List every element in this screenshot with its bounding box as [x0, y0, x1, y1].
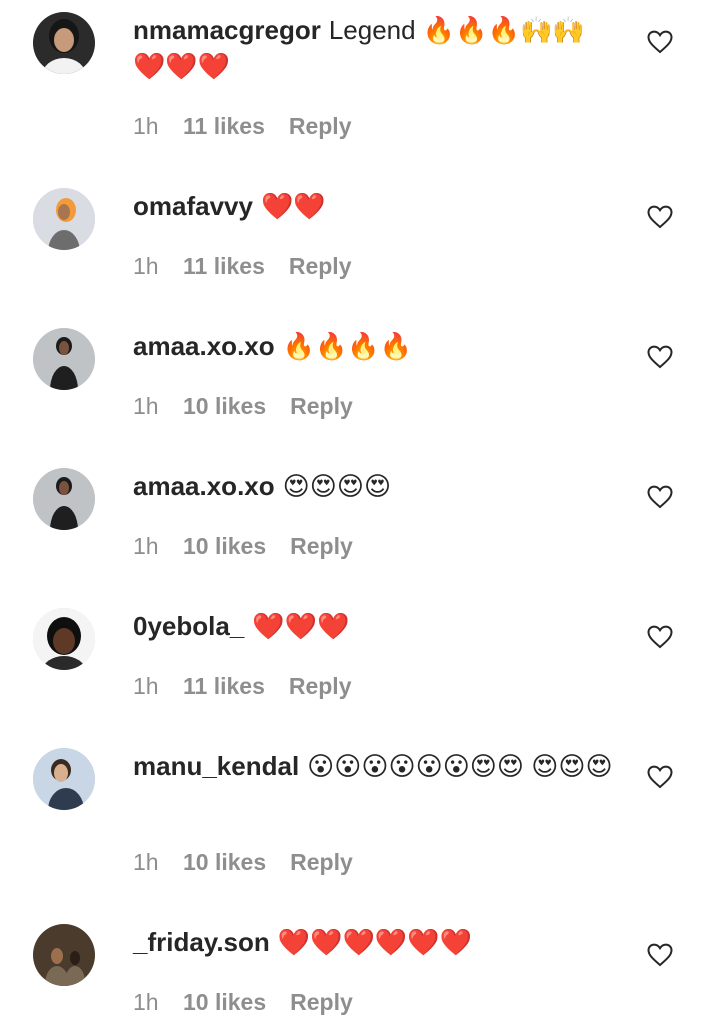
- comment-time: 1h: [133, 253, 159, 279]
- heart-icon[interactable]: [647, 345, 673, 369]
- comment-time: 1h: [133, 533, 159, 559]
- comment-text: ❤️❤️: [260, 191, 326, 221]
- comment-username[interactable]: 0yebola_: [133, 611, 244, 641]
- reply-button[interactable]: Reply: [290, 393, 353, 419]
- reply-button[interactable]: Reply: [289, 113, 352, 139]
- comment-time: 1h: [133, 673, 159, 699]
- comment-meta: 1h 11 likes Reply: [133, 111, 352, 141]
- comment-time: 1h: [133, 113, 159, 139]
- comment-text: ❤️❤️❤️❤️❤️❤️: [277, 927, 473, 957]
- heart-icon[interactable]: [647, 625, 673, 649]
- reply-button[interactable]: Reply: [290, 533, 353, 559]
- avatar[interactable]: [33, 12, 95, 74]
- comment-body: manu_kendal 😮😮😮😮😮😮😍😍 😍😍😍: [133, 748, 623, 784]
- comment-username[interactable]: amaa.xo.xo: [133, 471, 275, 501]
- reply-button[interactable]: Reply: [290, 849, 353, 875]
- comment-username[interactable]: omafavvy: [133, 191, 253, 221]
- comment-item: nmamacgregor Legend 🔥🔥🔥🙌🙌 ❤️❤️❤️ 1h 11 lik…: [0, 0, 720, 175]
- comment-likes[interactable]: 10 likes: [183, 533, 266, 559]
- comment-likes[interactable]: 10 likes: [183, 393, 266, 419]
- comment-username[interactable]: nmamacgregor: [133, 15, 321, 45]
- comment-likes[interactable]: 10 likes: [183, 849, 266, 875]
- comment-likes[interactable]: 11 likes: [183, 673, 265, 699]
- comment-likes[interactable]: 11 likes: [183, 253, 265, 279]
- avatar[interactable]: [33, 328, 95, 390]
- comment-meta: 1h 10 likes Reply: [133, 987, 353, 1017]
- comment-text: 🔥🔥🔥🔥: [282, 331, 413, 361]
- avatar-image: [33, 924, 95, 986]
- comment-username[interactable]: amaa.xo.xo: [133, 331, 275, 361]
- avatar[interactable]: [33, 748, 95, 810]
- comment-body: 0yebola_ ❤️❤️❤️: [133, 608, 623, 644]
- comment-body: amaa.xo.xo 😍😍😍😍: [133, 468, 623, 504]
- comment-meta: 1h 11 likes Reply: [133, 671, 352, 701]
- comment-username[interactable]: _friday.son: [133, 927, 270, 957]
- heart-icon[interactable]: [647, 30, 673, 54]
- comment-meta: 1h 10 likes Reply: [133, 847, 353, 877]
- avatar-image: [33, 608, 95, 670]
- heart-icon[interactable]: [647, 485, 673, 509]
- avatar-image: [33, 748, 95, 810]
- avatar[interactable]: [33, 468, 95, 530]
- comment-text: 😮😮😮😮😮😮😍😍 😍😍😍: [307, 751, 613, 781]
- avatar-image: [33, 188, 95, 250]
- avatar[interactable]: [33, 188, 95, 250]
- comment-meta: 1h 11 likes Reply: [133, 251, 352, 281]
- comment-likes[interactable]: 10 likes: [183, 989, 266, 1015]
- comment-time: 1h: [133, 989, 159, 1015]
- comment-text: ❤️❤️❤️: [252, 611, 350, 641]
- comment-body: amaa.xo.xo 🔥🔥🔥🔥: [133, 328, 623, 364]
- reply-button[interactable]: Reply: [290, 989, 353, 1015]
- avatar-image: [33, 328, 95, 390]
- reply-button[interactable]: Reply: [289, 673, 352, 699]
- comment-time: 1h: [133, 849, 159, 875]
- avatar[interactable]: [33, 608, 95, 670]
- avatar-image: [33, 468, 95, 530]
- comment-time: 1h: [133, 393, 159, 419]
- heart-icon[interactable]: [647, 943, 673, 967]
- heart-icon[interactable]: [647, 205, 673, 229]
- comment-meta: 1h 10 likes Reply: [133, 531, 353, 561]
- comment-likes[interactable]: 11 likes: [183, 113, 265, 139]
- avatar[interactable]: [33, 924, 95, 986]
- comment-body: omafavvy ❤️❤️: [133, 188, 623, 224]
- avatar-image: [33, 12, 95, 74]
- comment-body: _friday.son ❤️❤️❤️❤️❤️❤️: [133, 924, 623, 960]
- reply-button[interactable]: Reply: [289, 253, 352, 279]
- heart-icon[interactable]: [647, 765, 673, 789]
- comment-body: nmamacgregor Legend 🔥🔥🔥🙌🙌 ❤️❤️❤️: [133, 12, 623, 84]
- comment-username[interactable]: manu_kendal: [133, 751, 299, 781]
- comment-text: 😍😍😍😍: [282, 471, 392, 501]
- comment-meta: 1h 10 likes Reply: [133, 391, 353, 421]
